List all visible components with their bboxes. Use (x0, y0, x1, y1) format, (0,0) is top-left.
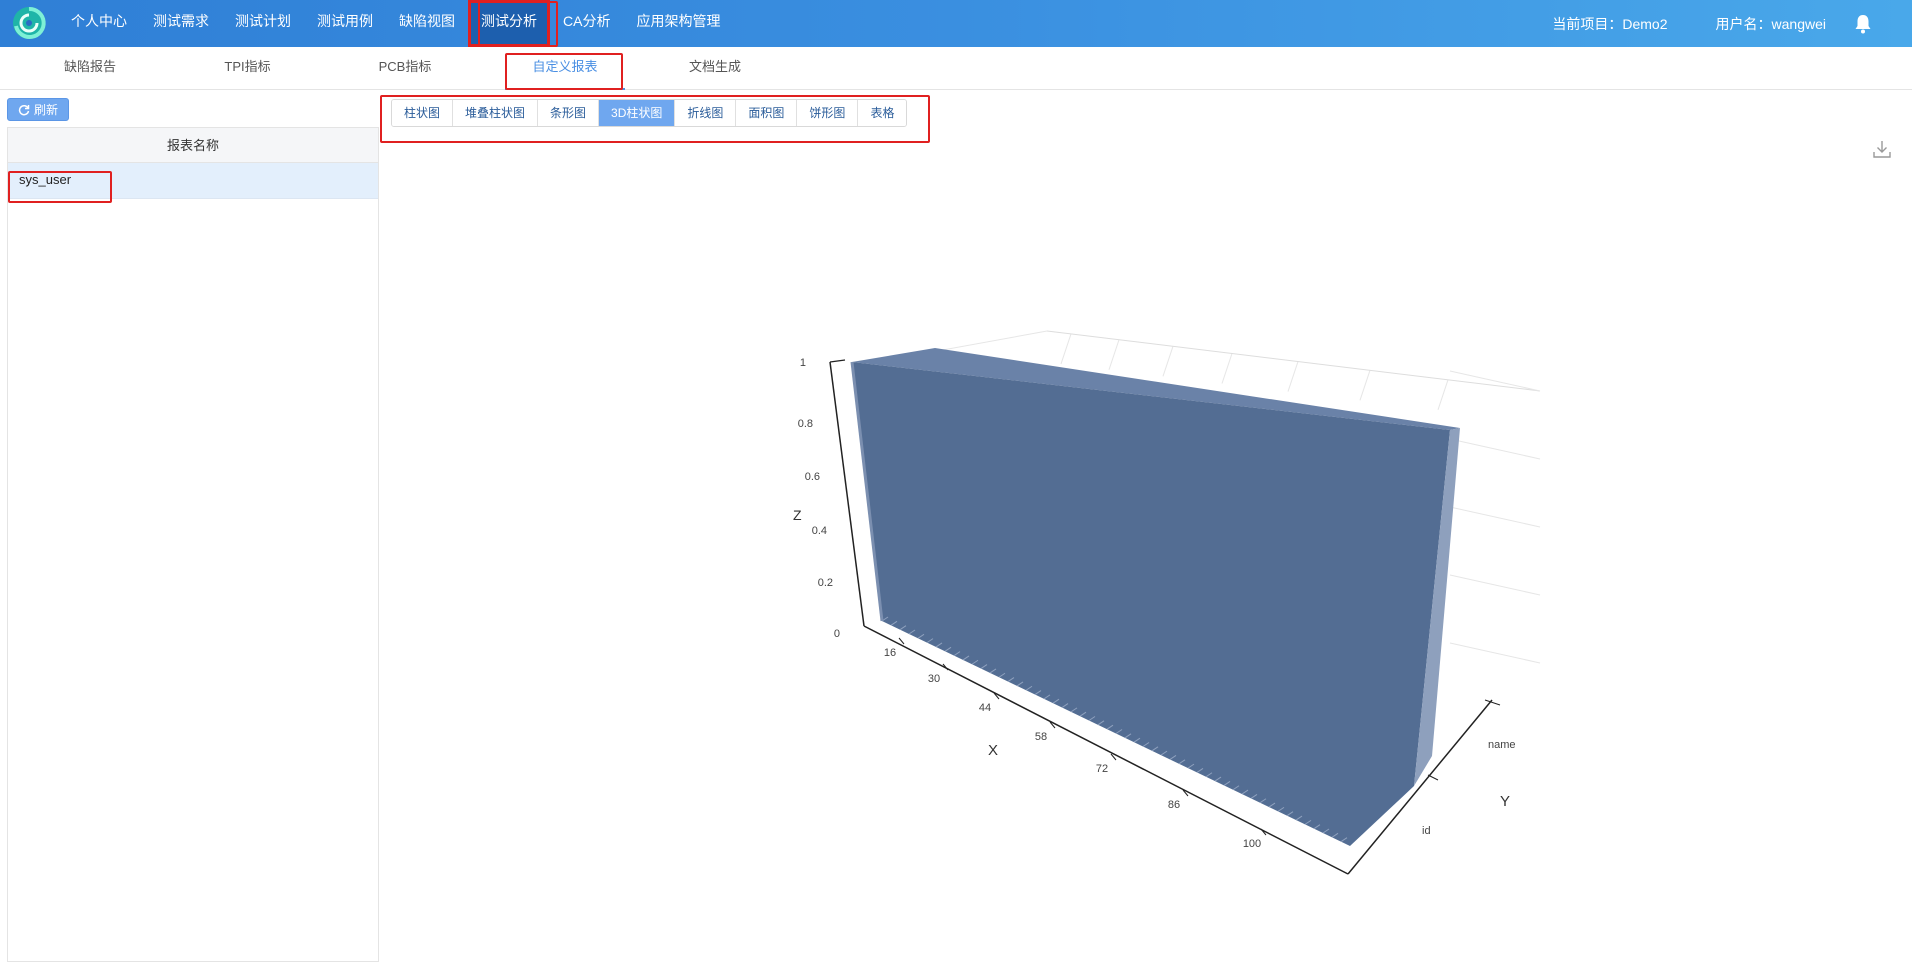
subtab-0[interactable]: 缺陷报告 (40, 47, 140, 90)
nav-item-4[interactable]: 缺陷视图 (386, 0, 468, 47)
subtab-3[interactable]: 自定义报表 (505, 47, 625, 90)
z-tick-label: 0 (834, 628, 840, 640)
sub-tabs: 缺陷报告 TPI指标 PCB指标 自定义报表 文档生成 (0, 47, 1912, 90)
chart-type-tab-4[interactable]: 折线图 (675, 100, 737, 126)
z-tick-label: 0.2 (818, 577, 833, 589)
app-logo-icon[interactable] (10, 4, 48, 42)
grid-line-back-2 (1108, 339, 1120, 370)
chart-type-tab-6[interactable]: 饼形图 (797, 100, 859, 126)
grid-line-back-1 (1060, 333, 1072, 365)
refresh-icon (18, 104, 30, 115)
nav-item-5[interactable]: 测试分析 (468, 0, 550, 47)
x-tick-label: 72 (1096, 763, 1108, 775)
grid-line-z-back-0 (1449, 370, 1541, 392)
z-tick-label: 0.8 (798, 418, 813, 430)
grid-line-back-4 (1221, 353, 1233, 384)
x-tick-label: 100 (1243, 838, 1261, 850)
chart-type-tab-5[interactable]: 面积图 (736, 100, 798, 126)
nav-item-3[interactable]: 测试用例 (304, 0, 386, 47)
grid-line-z-back-3 (1449, 574, 1541, 596)
x-tick-label: 86 (1168, 799, 1180, 811)
chart-svg: 1 0.8 0.6 0.4 0.2 0 Z 16 30 44 58 72 86 100 Xid name Y (793, 330, 1541, 875)
chart-type-tab-7[interactable]: 表格 (858, 100, 907, 126)
x-tick-label: 58 (1035, 731, 1047, 743)
report-row-label: sys_user (19, 172, 72, 187)
top-right-info: 当前项目：Demo2 用户名：wangwei (1552, 0, 1872, 47)
y-axis-tick-end (1484, 699, 1501, 706)
x-tick-label: 44 (979, 702, 991, 714)
subtab-2[interactable]: PCB指标 (350, 47, 460, 90)
refresh-label: 刷新 (33, 103, 58, 117)
nav-item-1[interactable]: 测试需求 (140, 0, 222, 47)
z-axis-label: Z (793, 507, 802, 523)
grid-line-z-back-2 (1449, 506, 1541, 528)
chart-3d-bar[interactable]: 1 0.8 0.6 0.4 0.2 0 Z 16 30 44 58 72 86 100 Xid name Y (380, 130, 1912, 962)
x-axis-label: X (988, 742, 998, 759)
username[interactable]: 用户名：wangwei (1716, 14, 1826, 34)
report-row[interactable]: sys_user (8, 163, 378, 199)
grid-line-back-6 (1359, 370, 1371, 401)
x-axis-tick (898, 637, 905, 645)
grid-line-back-3 (1162, 346, 1174, 377)
report-name-header: 报表名称 (8, 127, 378, 163)
grid-line-back-7 (1437, 379, 1449, 410)
subtab-4[interactable]: 文档生成 (660, 47, 770, 90)
grid-line-back-5 (1287, 361, 1299, 392)
z-axis-top-tick (829, 359, 846, 363)
chart-type-tab-3[interactable]: 3D柱状图 (599, 100, 676, 126)
x-tick-label: 30 (928, 673, 940, 685)
chart-type-tab-2[interactable]: 条形图 (538, 100, 600, 126)
subtab-1[interactable]: TPI指标 (195, 47, 300, 90)
main-nav: 个人中心 测试需求 测试计划 测试用例 缺陷视图 测试分析 CA分析 应用架构管理 (58, 0, 733, 47)
x-tick-label: 16 (884, 647, 896, 659)
nav-item-6[interactable]: CA分析 (550, 0, 623, 47)
nav-item-0[interactable]: 个人中心 (58, 0, 140, 47)
refresh-button[interactable]: 刷新 (7, 98, 69, 121)
z-tick-label: 1 (800, 357, 806, 369)
z-tick-label: 0.4 (812, 525, 827, 537)
y-axis-tick-mid (1427, 774, 1439, 781)
grid-line-z-back-4 (1449, 642, 1541, 664)
bell-icon[interactable] (1854, 14, 1872, 34)
nav-item-7[interactable]: 应用架构管理 (623, 0, 733, 47)
y-axis-label: Y (1500, 793, 1510, 810)
top-nav-bar: 个人中心 测试需求 测试计划 测试用例 缺陷视图 测试分析 CA分析 应用架构管理 当前项目：… (0, 0, 1912, 47)
z-tick-label: 0.6 (805, 471, 820, 483)
y-tick-label: id (1422, 825, 1431, 837)
grid-line-z-back-1 (1449, 438, 1541, 460)
y-tick-label: name (1488, 739, 1516, 751)
nav-item-2[interactable]: 测试计划 (222, 0, 304, 47)
chart-type-tab-0[interactable]: 柱状图 (392, 100, 454, 126)
current-project[interactable]: 当前项目：Demo2 (1552, 14, 1667, 34)
chart-type-toolbar: 柱状图 堆叠柱状图 条形图 3D柱状图 折线图 面积图 饼形图 表格 (391, 99, 908, 127)
report-list-panel: 报表名称 sys_user (7, 127, 379, 962)
chart-type-tab-1[interactable]: 堆叠柱状图 (453, 100, 539, 126)
